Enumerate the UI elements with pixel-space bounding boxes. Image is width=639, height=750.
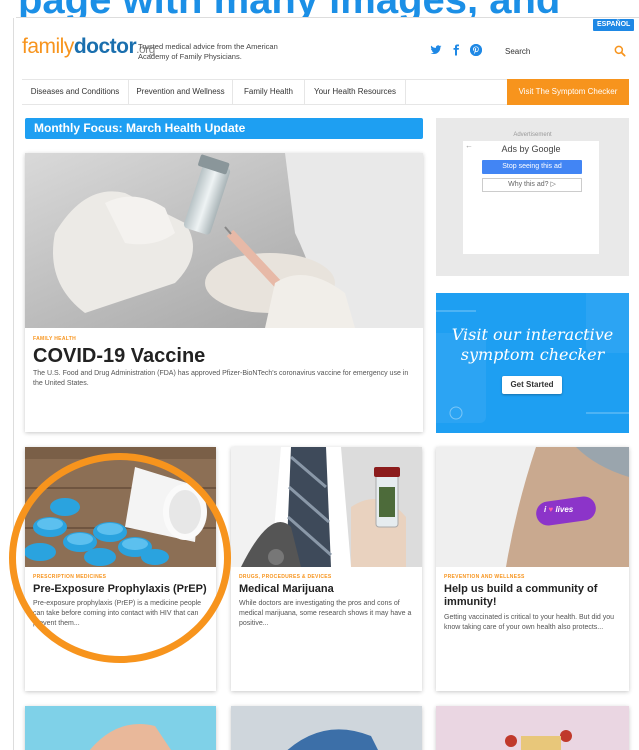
bandage-label: i ♥ lives — [544, 505, 573, 514]
nav-diseases-conditions[interactable]: Diseases and Conditions — [22, 80, 129, 104]
logo-part-family: family — [22, 35, 74, 58]
article-image — [25, 706, 216, 750]
nav-family-health[interactable]: Family Health — [233, 80, 305, 104]
article-image — [231, 706, 422, 750]
nav-health-resources[interactable]: Your Health Resources — [305, 80, 406, 104]
article-card-prep[interactable]: PRESCRIPTION MEDICINES Pre-Exposure Prop… — [25, 447, 216, 691]
ad-panel: ← Ads by Google Stop seeing this ad Why … — [463, 141, 599, 254]
card-title[interactable]: Medical Marijuana — [239, 583, 334, 595]
card-category: PRESCRIPTION MEDICINES — [33, 574, 107, 580]
get-started-button[interactable]: Get Started — [502, 376, 562, 394]
symptom-checker-nav-button[interactable]: Visit The Symptom Checker — [507, 79, 629, 105]
card-description: While doctors are investigating the pros… — [239, 600, 412, 627]
featured-article-card[interactable]: FAMILY HEALTH COVID-19 Vaccine The U.S. … — [25, 153, 423, 432]
stop-seeing-ad-button[interactable]: Stop seeing this ad — [482, 160, 582, 174]
promo-line-1: Visit our interactive — [451, 325, 614, 344]
card-description: Pre-exposure prophylaxis (PrEP) is a med… — [33, 600, 202, 627]
top-banner: page with many images, and — [0, 0, 639, 17]
promo-headline: Visit our interactive symptom checker — [436, 325, 629, 365]
advertisement-box: Advertisement ← Ads by Google Stop seein… — [436, 118, 629, 276]
main-nav: Diseases and Conditions Prevention and W… — [22, 79, 629, 105]
card-title[interactable]: Pre-Exposure Prophylaxis (PrEP) — [33, 583, 207, 595]
article-card-marijuana[interactable]: DRUGS, PROCEDURES & DEVICES Medical Mari… — [231, 447, 422, 691]
logo-part-doctor: doctor — [73, 35, 137, 58]
monthly-focus-banner[interactable]: Monthly Focus: March Health Update — [25, 118, 423, 139]
advertisement-label: Advertisement — [513, 132, 552, 138]
nav-prevention-wellness[interactable]: Prevention and Wellness — [129, 80, 233, 104]
pinterest-icon[interactable] — [470, 44, 482, 56]
header-top-divider — [16, 17, 639, 18]
article-card-partial[interactable] — [436, 706, 629, 750]
twitter-icon[interactable] — [430, 44, 442, 56]
bandage-text-1: i — [544, 505, 547, 514]
article-card-immunity[interactable]: i ♥ lives PREVENTION AND WELLNESS Help u… — [436, 447, 629, 691]
heart-icon: ♥ — [548, 505, 554, 514]
top-banner-text: page with many images, and — [18, 0, 560, 17]
facebook-icon[interactable] — [450, 44, 462, 56]
search-icon[interactable] — [613, 44, 627, 58]
prep-pills-image — [25, 447, 216, 567]
search-input[interactable] — [505, 45, 605, 57]
symptom-checker-promo[interactable]: Visit our interactive symptom checker Ge… — [436, 293, 629, 433]
search-box[interactable] — [494, 40, 632, 60]
why-this-ad-button[interactable]: Why this ad? ▷ — [482, 178, 582, 192]
featured-description: The U.S. Food and Drug Administration (F… — [33, 370, 409, 387]
ads-by-google-label: Ads by Google — [501, 144, 561, 154]
featured-title[interactable]: COVID-19 Vaccine — [33, 345, 205, 368]
card-category: PREVENTION AND WELLNESS — [444, 574, 525, 580]
medical-marijuana-image — [231, 447, 422, 567]
article-image — [436, 706, 629, 750]
vaccination-bandage-image — [436, 447, 629, 567]
card-description: Getting vaccinated is critical to your h… — [444, 614, 615, 631]
article-card-partial[interactable] — [231, 706, 422, 750]
article-card-partial[interactable] — [25, 706, 216, 750]
card-title[interactable]: Help us build a community of immunity! — [444, 583, 620, 609]
featured-category: FAMILY HEALTH — [33, 336, 76, 342]
site-logo[interactable]: familydoctor.org — [22, 35, 155, 59]
page-left-border — [13, 18, 14, 750]
espanol-language-link[interactable]: ESPAÑOL — [593, 19, 635, 31]
card-category: DRUGS, PROCEDURES & DEVICES — [239, 574, 332, 580]
bandage-text-2: lives — [555, 505, 574, 514]
promo-line-2: symptom checker — [460, 345, 605, 364]
covid-vaccine-image — [25, 153, 423, 328]
site-tagline: Trusted medical advice from the American… — [138, 42, 278, 61]
